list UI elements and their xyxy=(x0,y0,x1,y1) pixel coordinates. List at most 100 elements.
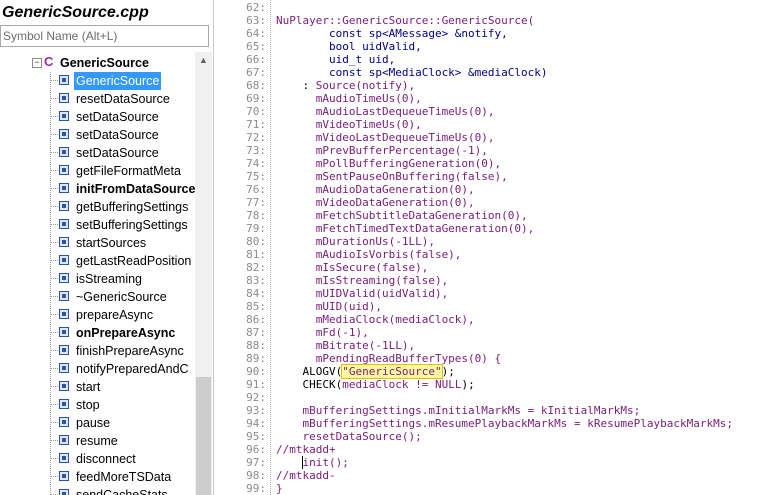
tree-item-label: initFromDataSource xyxy=(76,182,195,196)
tree-item[interactable]: resetDataSource xyxy=(0,90,195,108)
code-line[interactable]: mPendingReadBufferTypes(0) { xyxy=(276,352,501,365)
tree-item[interactable]: disconnect xyxy=(0,450,195,468)
tree-item[interactable]: getLastReadPosition xyxy=(0,252,195,270)
line-number: 95: xyxy=(246,430,266,443)
tree-item[interactable]: startSources xyxy=(0,234,195,252)
tree-item[interactable]: isStreaming xyxy=(0,270,195,288)
tree-item[interactable]: pause xyxy=(0,414,195,432)
code-line[interactable]: mBitrate(-1LL), xyxy=(276,339,415,352)
method-icon xyxy=(59,255,69,265)
tree-item-label: onPrepareAsync xyxy=(76,326,176,340)
code-line[interactable]: resetDataSource(); xyxy=(276,430,421,443)
code-token: mAudioIsVorbis(false), xyxy=(276,248,462,261)
tree-item[interactable]: onPrepareAsync xyxy=(0,324,195,342)
tree-item[interactable]: setBufferingSettings xyxy=(0,216,195,234)
tree-item[interactable]: setDataSource xyxy=(0,126,195,144)
code-line[interactable]: NuPlayer::GenericSource::GenericSource( xyxy=(276,14,534,27)
tree-item[interactable]: start xyxy=(0,378,195,396)
tree-item[interactable]: setDataSource xyxy=(0,144,195,162)
tree-item[interactable]: stop xyxy=(0,396,195,414)
code-line[interactable]: mIsStreaming(false), xyxy=(276,274,448,287)
scroll-thumb[interactable] xyxy=(196,377,211,495)
code-line[interactable]: //mtkadd- xyxy=(276,469,336,482)
tree-item[interactable]: ~GenericSource xyxy=(0,288,195,306)
code-line[interactable]: mAudioDataGeneration(0), xyxy=(276,183,475,196)
line-number: 62: xyxy=(246,1,266,14)
code-line[interactable]: mUID(uid), xyxy=(276,300,382,313)
code-line[interactable]: uid_t uid, xyxy=(276,53,395,66)
tree-item[interactable]: resume xyxy=(0,432,195,450)
code-line[interactable]: mMediaClock(mediaClock), xyxy=(276,313,475,326)
code-line[interactable]: bool uidValid, xyxy=(276,40,422,53)
method-icon xyxy=(59,93,69,103)
line-number: 67: xyxy=(246,66,266,79)
method-icon xyxy=(59,309,69,319)
code-line[interactable]: mFetchSubtitleDataGeneration(0), xyxy=(276,209,528,222)
line-number: 99: xyxy=(246,482,266,495)
code-line[interactable]: const sp<MediaClock> &mediaClock) xyxy=(276,66,548,79)
code-line[interactable]: init(); xyxy=(276,456,348,469)
line-number: 71: xyxy=(246,118,266,131)
method-icon xyxy=(59,399,69,409)
gutter-divider xyxy=(270,0,271,495)
method-icon xyxy=(59,183,69,193)
symbol-tree: − C GenericSource GenericSource resetData… xyxy=(0,52,195,495)
code-token: mVideoLastDequeueTimeUs(0), xyxy=(276,131,495,144)
code-line[interactable]: const sp<AMessage> &notify, xyxy=(276,27,508,40)
tree-scrollbar[interactable]: ▲ xyxy=(195,52,212,495)
code-line[interactable]: mPrevBufferPercentage(-1), xyxy=(276,144,488,157)
scroll-up-arrow-icon[interactable]: ▲ xyxy=(195,52,212,69)
code-line[interactable]: mVideoDataGeneration(0), xyxy=(276,196,475,209)
code-line[interactable]: mIsSecure(false), xyxy=(276,261,429,274)
collapse-icon[interactable]: − xyxy=(32,58,42,68)
code-editor[interactable]: 62: 63: 64: 65: 66: 67: 68: 69: 70: 71: 72: 73: 74: 7… xyxy=(214,0,764,495)
code-token: ALOGV( xyxy=(276,365,343,378)
code-token: mAudioLastDequeueTimeUs(0), xyxy=(276,105,495,118)
code-line[interactable]: mAudioTimeUs(0), xyxy=(276,92,422,105)
code-line[interactable]: ALOGV("GenericSource"); xyxy=(276,364,455,379)
tree-item[interactable]: getFileFormatMeta xyxy=(0,162,195,180)
tree-item[interactable]: initFromDataSource xyxy=(0,180,195,198)
code-line[interactable]: mSentPauseOnBuffering(false), xyxy=(276,170,508,183)
code-line[interactable]: : Source(notify), xyxy=(276,79,415,92)
code-line[interactable]: mVideoLastDequeueTimeUs(0), xyxy=(276,131,495,144)
code-line[interactable]: mDurationUs(-1LL), xyxy=(276,235,435,248)
code-line[interactable]: mAudioLastDequeueTimeUs(0), xyxy=(276,105,495,118)
tree-item-label: stop xyxy=(76,398,100,412)
tree-item[interactable]: prepareAsync xyxy=(0,306,195,324)
code-line[interactable]: CHECK(mediaClock != NULL); xyxy=(276,378,475,391)
code-line[interactable]: mVideoTimeUs(0), xyxy=(276,118,422,131)
tree-item[interactable]: notifyPreparedAndC xyxy=(0,360,195,378)
line-number: 66: xyxy=(246,53,266,66)
code-token: ); xyxy=(461,378,475,391)
line-number: 70: xyxy=(246,105,266,118)
code-token: const sp<AMessage> &notify, xyxy=(276,27,508,40)
line-number: 92: xyxy=(246,391,266,404)
method-icon xyxy=(59,381,69,391)
symbol-search-input[interactable] xyxy=(0,25,209,47)
code-token: mUID(uid), xyxy=(276,300,382,313)
code-line[interactable]: mBufferingSettings.mInitialMarkMs = kIni… xyxy=(276,404,640,417)
code-line[interactable]: mUIDValid(uidValid), xyxy=(276,287,448,300)
code-line[interactable]: mPollBufferingGeneration(0), xyxy=(276,157,501,170)
line-number: 84: xyxy=(246,287,266,300)
code-token: uid_t uid, xyxy=(276,53,396,66)
code-line[interactable]: //mtkadd+ xyxy=(276,443,336,456)
code-line[interactable]: mBufferingSettings.mResumePlaybackMarkMs… xyxy=(276,417,732,430)
code-token: mPendingReadBufferTypes(0) { xyxy=(276,352,502,365)
tree-item[interactable]: finishPrepareAsync xyxy=(0,342,195,360)
tree-item[interactable]: feedMoreTSData xyxy=(0,468,195,486)
code-line[interactable]: mAudioIsVorbis(false), xyxy=(276,248,462,261)
tree-class-node[interactable]: − C GenericSource xyxy=(0,54,195,72)
tree-item[interactable]: sendCacheStats xyxy=(0,486,195,495)
code-token: mFd(-1), xyxy=(276,326,369,339)
line-number: 88: xyxy=(246,339,266,352)
code-line[interactable]: } xyxy=(276,482,283,495)
line-number: 89: xyxy=(246,352,266,365)
symbol-panel: GenericSource.cpp − C GenericSource Gene… xyxy=(0,0,214,495)
code-line[interactable]: mFetchTimedTextDataGeneration(0), xyxy=(276,222,535,235)
tree-item[interactable]: setDataSource xyxy=(0,108,195,126)
tree-item[interactable]: getBufferingSettings xyxy=(0,198,195,216)
code-line[interactable]: mFd(-1), xyxy=(276,326,369,339)
tree-item[interactable]: GenericSource xyxy=(0,72,195,90)
